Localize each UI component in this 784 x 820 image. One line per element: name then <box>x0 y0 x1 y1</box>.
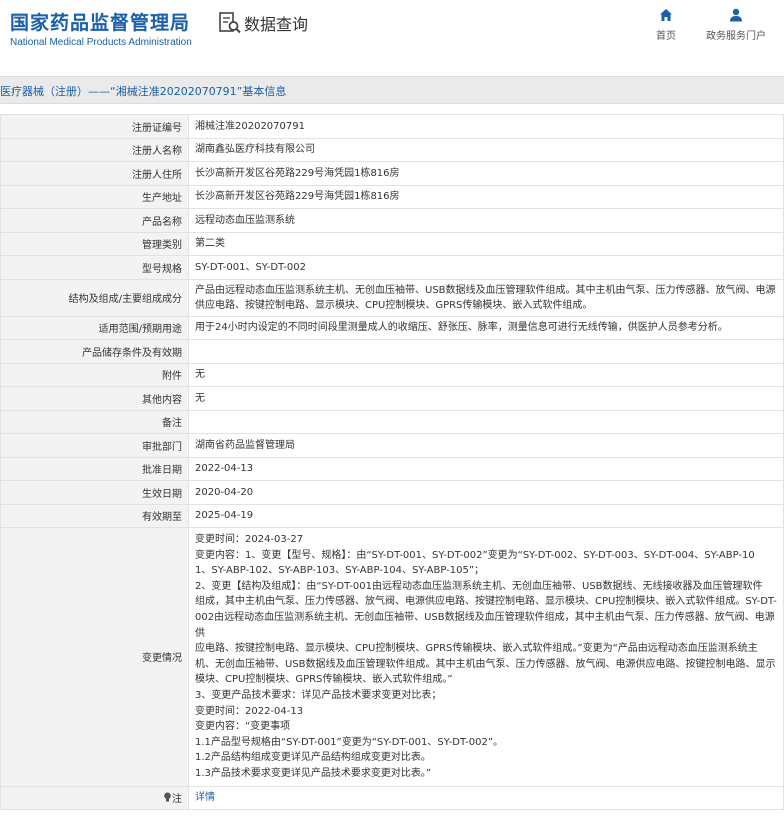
table-row: 产品储存条件及有效期 <box>0 339 784 364</box>
table-row: 型号规格 SY-DT-001、SY-DT-002 <box>0 255 784 280</box>
breadcrumb: 医疗器械（注册）——“湘械注准20202070791”基本信息 <box>0 85 287 98</box>
breadcrumb-bar: 医疗器械（注册）——“湘械注准20202070791”基本信息 <box>0 76 784 104</box>
change-line: 机、无创血压袖带、USB数据线及血压管理软件组成。其中主机由气泵、压力传感器、放… <box>195 658 776 670</box>
change-line: 变更内容：“变更事项 <box>195 721 291 733</box>
row-value: 远程动态血压监测系统 <box>188 208 784 233</box>
row-label: 有效期至 <box>0 503 189 528</box>
change-line: 变更内容：1、变更【型号、规格】：由“SY-DT-001、SY-DT-002”变… <box>195 549 755 561</box>
row-value: 产品由远程动态血压监测系统主机、无创血压袖带、USB数据线及血压管理软件组成。其… <box>188 278 784 317</box>
nav-home-label: 首页 <box>656 31 676 42</box>
row-label: 注册人名称 <box>0 137 189 162</box>
table-row: 备注 <box>0 409 784 434</box>
table-row: 产品名称 远程动态血压监测系统 <box>0 208 784 233</box>
change-line: 2、变更【结构及组成】：由“SY-DT-001由远程动态血压监测系统主机、无创血… <box>195 580 763 592</box>
note-label: 注 <box>172 794 182 806</box>
row-label: 注册证编号 <box>0 114 189 139</box>
row-label: 适用范围/预期用途 <box>0 315 189 340</box>
row-value: 无 <box>188 386 784 411</box>
table-row: 注册证编号 湘械注准20202070791 <box>0 114 784 139</box>
row-value: 第二类 <box>188 231 784 256</box>
row-label: 审批部门 <box>0 433 189 458</box>
change-line: 1.3产品技术要求变更详见产品技术要求变更对比表。” <box>195 767 432 779</box>
change-line: 1.1产品型号规格由“SY-DT-001”变更为“SY-DT-001、SY-DT… <box>195 736 504 748</box>
row-value: 湖南鑫弘医疗科技有限公司 <box>188 137 784 162</box>
table-row: 生效日期 2020-04-20 <box>0 480 784 505</box>
note-row: 注 详情 <box>0 785 784 810</box>
table-row: 有效期至 2025-04-19 <box>0 503 784 528</box>
row-value: 湘械注准20202070791 <box>188 114 784 139</box>
table-row: 批准日期 2022-04-13 <box>0 456 784 481</box>
row-value: 长沙高新开发区谷苑路229号海凭园1栋816房 <box>188 184 784 209</box>
site-logo[interactable]: 国家药品监督管理局 National Medical Products Admi… <box>10 8 192 48</box>
row-label: 型号规格 <box>0 255 189 280</box>
row-value: 2025-04-19 <box>188 503 784 528</box>
table-row: 结构及组成/主要组成成分 产品由远程动态血压监测系统主机、无创血压袖带、USB数… <box>0 278 784 317</box>
change-line: 002由远程动态血压监测系统主机、无创血压袖带、USB数据线及血压管理软件组成，… <box>195 611 775 639</box>
row-value: 长沙高新开发区谷苑路229号海凭园1栋816房 <box>188 161 784 186</box>
change-line: 1.2产品结构组成变更详见产品结构组成变更对比表。 <box>195 752 431 764</box>
row-label: 生效日期 <box>0 480 189 505</box>
nav-service-portal-link[interactable]: 政务服务门户 <box>704 8 768 42</box>
row-value: 2022-04-13 <box>188 456 784 481</box>
change-line: 1、SY-ABP-102、SY-ABP-103、SY-ABP-104、SY-AB… <box>195 565 485 577</box>
row-value: SY-DT-001、SY-DT-002 <box>188 255 784 280</box>
change-line: 变更时间：2022-04-13 <box>195 705 304 717</box>
row-label: 其他内容 <box>0 386 189 411</box>
change-line: 3、变更产品技术要求：详见产品技术要求变更对比表； <box>195 689 442 701</box>
table-row: 适用范围/预期用途 用于24小时内设定的不同时间段里测量成人的收缩压、舒张压、脉… <box>0 315 784 340</box>
page-section-title: 数据查询 <box>244 15 309 34</box>
note-label-cell: 注 <box>0 785 189 810</box>
detail-link[interactable]: 详情 <box>195 792 215 803</box>
row-label: 结构及组成/主要组成成分 <box>0 278 189 317</box>
change-line: 模块、CPU控制模块、GPRS传输模块、嵌入式软件组成。” <box>195 674 453 686</box>
row-label: 附件 <box>0 362 189 387</box>
site-header: 国家药品监督管理局 National Medical Products Admi… <box>0 0 784 60</box>
logo-english-title: National Medical Products Administration <box>10 37 192 48</box>
data-query-title-area: 数据查询 <box>218 11 308 35</box>
change-line: 组成，其中主机由气泵、压力传感器、放气阀、电源供应电路、按键控制电路、显示模块、… <box>195 596 777 608</box>
row-label: 产品名称 <box>0 208 189 233</box>
row-label: 注册人住所 <box>0 161 189 186</box>
change-history-text: 变更时间：2024-03-27 变更内容：1、变更【型号、规格】：由“SY-DT… <box>195 528 777 786</box>
row-value: 用于24小时内设定的不同时间段里测量成人的收缩压、舒张压、脉率，测量信息可进行无… <box>188 315 784 340</box>
table-row: 注册人名称 湖南鑫弘医疗科技有限公司 <box>0 137 784 162</box>
user-icon <box>730 8 742 22</box>
document-search-icon <box>219 12 241 34</box>
nav-service-label: 政务服务门户 <box>706 31 766 42</box>
change-history-label: 变更情况 <box>0 527 189 787</box>
home-icon <box>660 9 672 21</box>
table-row: 生产地址 长沙高新开发区谷苑路229号海凭园1栋816房 <box>0 184 784 209</box>
table-row: 其他内容 无 <box>0 386 784 411</box>
row-value <box>188 339 784 364</box>
change-history-value: 变更时间：2024-03-27 变更内容：1、变更【型号、规格】：由“SY-DT… <box>188 527 784 787</box>
note-value: 详情 <box>188 785 784 810</box>
row-value: 湖南省药品监督管理局 <box>188 433 784 458</box>
row-value: 无 <box>188 362 784 387</box>
device-info-table: 注册证编号 湘械注准20202070791 注册人名称 湖南鑫弘医疗科技有限公司… <box>0 114 784 810</box>
change-line: 变更时间：2024-03-27 <box>195 534 304 545</box>
row-label: 产品储存条件及有效期 <box>0 339 189 364</box>
row-value <box>188 409 784 434</box>
row-label: 生产地址 <box>0 184 189 209</box>
table-row: 管理类别 第二类 <box>0 231 784 256</box>
row-label: 备注 <box>0 409 189 434</box>
table-row: 注册人住所 长沙高新开发区谷苑路229号海凭园1栋816房 <box>0 161 784 186</box>
row-label: 管理类别 <box>0 231 189 256</box>
change-line: 应电路、按键控制电路、显示模块、CPU控制模块、GPRS传输模块、嵌入式软件组成… <box>195 643 758 655</box>
change-history-row: 变更情况 变更时间：2024-03-27 变更内容：1、变更【型号、规格】：由“… <box>0 527 784 787</box>
row-value: 2020-04-20 <box>188 480 784 505</box>
row-label: 批准日期 <box>0 456 189 481</box>
lightbulb-icon <box>164 792 171 802</box>
logo-chinese-title: 国家药品监督管理局 <box>10 12 191 34</box>
table-row: 附件 无 <box>0 362 784 387</box>
table-row: 审批部门 湖南省药品监督管理局 <box>0 433 784 458</box>
nav-home-link[interactable]: 首页 <box>652 8 680 42</box>
